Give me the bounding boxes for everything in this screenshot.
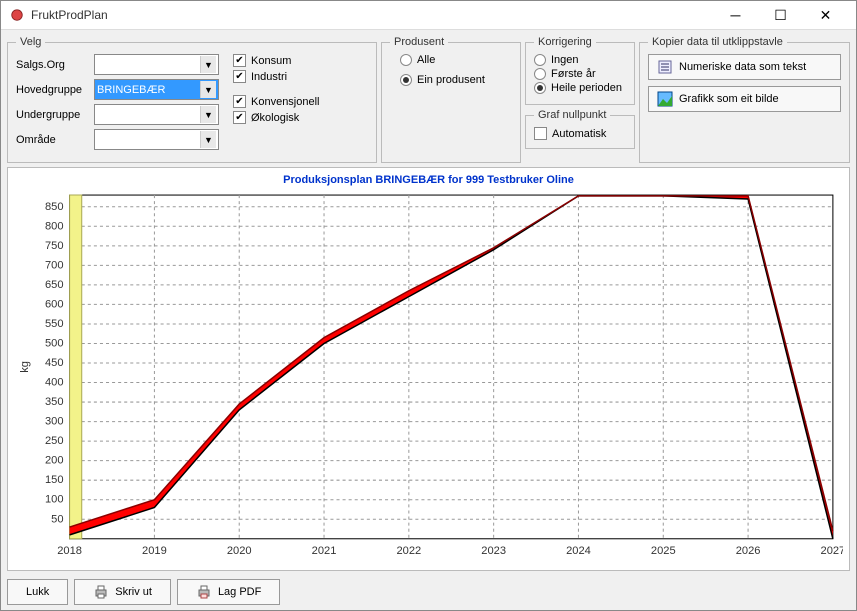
nullpunkt-legend: Graf nullpunkt	[534, 109, 610, 121]
svg-text:2019: 2019	[142, 545, 167, 557]
checkbox-icon: ✔	[233, 70, 246, 83]
chart-svg: 50 100 150 200 250 300 350 400 450 500 550 600 650 70…	[14, 190, 843, 564]
pdf-icon	[196, 584, 212, 600]
ingen-radio[interactable]: Ingen	[534, 54, 626, 66]
grafikk-bilde-button[interactable]: Grafikk som eit bilde	[648, 86, 841, 112]
omrade-select[interactable]: ▼	[94, 129, 219, 150]
checkbox-icon: ✔	[233, 95, 246, 108]
chart-title: Produksjonsplan BRINGEBÆR for 999 Testbr…	[14, 174, 843, 186]
svg-text:2027: 2027	[821, 545, 843, 557]
svg-text:2026: 2026	[736, 545, 761, 557]
radio-icon	[534, 68, 546, 80]
okologisk-checkbox[interactable]: ✔ Økologisk	[233, 111, 320, 124]
svg-text:50: 50	[51, 513, 63, 525]
lag-pdf-button[interactable]: Lag PDF	[177, 579, 280, 605]
undergruppe-label: Undergruppe	[16, 109, 94, 121]
checkbox-icon: ✔	[233, 54, 246, 67]
app-icon	[9, 7, 25, 23]
svg-text:700: 700	[45, 259, 64, 271]
konsum-checkbox[interactable]: ✔ Konsum	[233, 54, 320, 67]
svg-text:2023: 2023	[481, 545, 506, 557]
close-button[interactable]: ✕	[803, 1, 848, 29]
printer-icon	[93, 584, 109, 600]
svg-text:2024: 2024	[566, 545, 591, 557]
chart-panel: Produksjonsplan BRINGEBÆR for 999 Testbr…	[7, 167, 850, 571]
undergruppe-select[interactable]: ▼	[94, 104, 219, 125]
kopier-group: Kopier data til utklippstavle Numeriske …	[639, 36, 850, 163]
hovedgruppe-select[interactable]: BRINGEBÆR ▼	[94, 79, 219, 100]
svg-text:200: 200	[45, 455, 64, 467]
titlebar: FruktProdPlan ─ ☐ ✕	[1, 1, 856, 30]
velg-legend: Velg	[16, 36, 45, 48]
svg-text:850: 850	[45, 201, 64, 213]
svg-text:650: 650	[45, 279, 64, 291]
svg-text:250: 250	[45, 435, 64, 447]
chevron-down-icon: ▼	[200, 56, 216, 73]
radio-icon	[534, 54, 546, 66]
korrigering-group: Korrigering Ingen Første år Heile period…	[525, 36, 635, 105]
svg-text:2021: 2021	[312, 545, 337, 557]
svg-text:750: 750	[45, 240, 64, 252]
svg-text:400: 400	[45, 377, 64, 389]
omrade-label: Område	[16, 134, 94, 146]
salgsorg-label: Salgs.Org	[16, 59, 94, 71]
numerisk-data-button[interactable]: Numeriske data som tekst	[648, 54, 841, 80]
nullpunkt-group: Graf nullpunkt Automatisk	[525, 109, 635, 149]
svg-text:350: 350	[45, 396, 64, 408]
radio-icon	[534, 82, 546, 94]
alle-radio[interactable]: Alle	[400, 54, 512, 66]
svg-text:2020: 2020	[227, 545, 252, 557]
text-icon	[657, 59, 673, 75]
forste-ar-radio[interactable]: Første år	[534, 68, 626, 80]
svg-text:550: 550	[45, 318, 64, 330]
checkbox-icon: ✔	[233, 111, 246, 124]
ein-produsent-radio[interactable]: Ein produsent	[400, 74, 512, 86]
svg-text:kg: kg	[19, 361, 31, 373]
svg-text:100: 100	[45, 494, 64, 506]
window-title: FruktProdPlan	[31, 8, 713, 22]
industri-checkbox[interactable]: ✔ Industri	[233, 70, 320, 83]
radio-icon	[400, 74, 412, 86]
korrigering-legend: Korrigering	[534, 36, 596, 48]
image-icon	[657, 91, 673, 107]
svg-text:2022: 2022	[396, 545, 421, 557]
svg-text:500: 500	[45, 338, 64, 350]
chevron-down-icon: ▼	[200, 106, 216, 123]
skriv-ut-button[interactable]: Skriv ut	[74, 579, 171, 605]
svg-text:300: 300	[45, 416, 64, 428]
svg-text:2025: 2025	[651, 545, 676, 557]
svg-text:2018: 2018	[57, 545, 82, 557]
hovedgruppe-label: Hovedgruppe	[16, 84, 94, 96]
radio-icon	[400, 54, 412, 66]
chevron-down-icon: ▼	[200, 81, 216, 98]
salgsorg-select[interactable]: ▼	[94, 54, 219, 75]
produsent-legend: Produsent	[390, 36, 448, 48]
lukk-button[interactable]: Lukk	[7, 579, 68, 605]
svg-text:600: 600	[45, 298, 64, 310]
svg-text:800: 800	[45, 220, 64, 232]
svg-text:150: 150	[45, 474, 64, 486]
heile-perioden-radio[interactable]: Heile perioden	[534, 82, 626, 94]
chevron-down-icon: ▼	[200, 131, 216, 148]
minimize-button[interactable]: ─	[713, 1, 758, 29]
svg-text:450: 450	[45, 357, 64, 369]
maximize-button[interactable]: ☐	[758, 1, 803, 29]
produsent-group: Produsent Alle Ein produsent	[381, 36, 521, 163]
kopier-legend: Kopier data til utklippstavle	[648, 36, 787, 48]
konvensjonell-checkbox[interactable]: ✔ Konvensjonell	[233, 95, 320, 108]
velg-group: Velg Salgs.Org ▼ Hovedgruppe	[7, 36, 377, 163]
automatisk-checkbox[interactable]: Automatisk	[534, 127, 626, 140]
checkbox-icon	[534, 127, 547, 140]
